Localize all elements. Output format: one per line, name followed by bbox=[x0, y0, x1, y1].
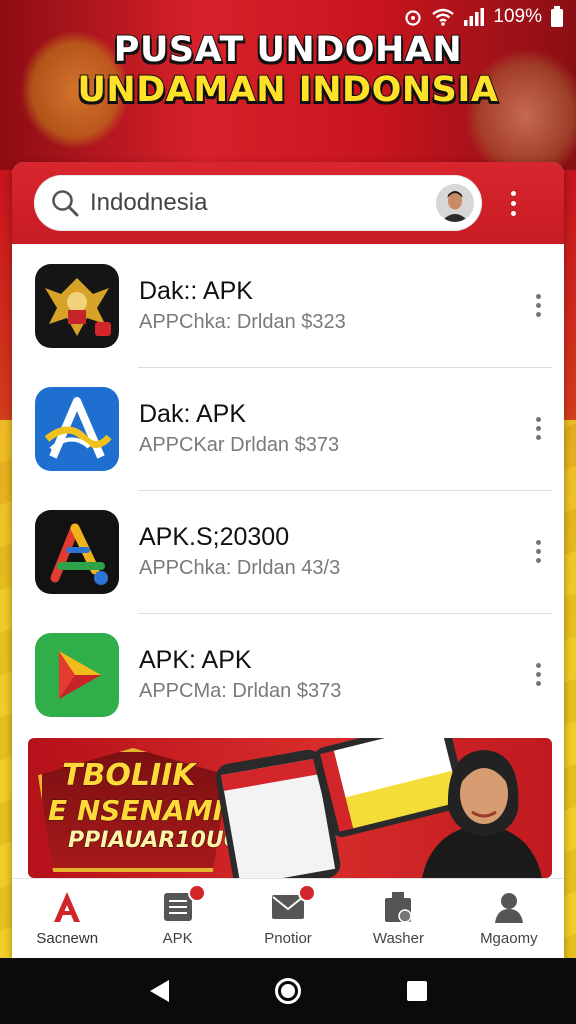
bottom-navigation: Sacnewn APK Pnotior Washer Mgaomy bbox=[12, 878, 564, 958]
notification-badge bbox=[187, 884, 206, 902]
search-icon[interactable] bbox=[50, 188, 80, 218]
play-triangle-icon bbox=[35, 632, 119, 717]
promo-line3: PPIAUAR10UOI bbox=[68, 828, 252, 854]
blue-a-logo-icon bbox=[35, 386, 119, 471]
app-name: Dak:: APK bbox=[139, 276, 253, 305]
app-list: Dak:: APK APPChka: Drldan $323 Dak: APK … bbox=[12, 244, 564, 736]
nav-item-sacnewn[interactable]: Sacnewn bbox=[12, 879, 122, 958]
back-icon[interactable] bbox=[147, 978, 171, 1004]
app-subtitle: APPCKar Drldan $373 bbox=[139, 433, 340, 456]
nav-label: Washer bbox=[372, 930, 424, 947]
apk-grid-icon bbox=[160, 884, 206, 924]
app-name: Dak: APK bbox=[139, 399, 246, 428]
more-vert-icon[interactable] bbox=[518, 540, 558, 563]
more-options-icon[interactable] bbox=[508, 190, 518, 216]
search-bar[interactable] bbox=[34, 175, 482, 231]
battery-icon bbox=[551, 6, 563, 27]
profile-icon bbox=[491, 890, 527, 924]
list-item[interactable]: APK.S;20300 APPChka: Drldan 43/3 bbox=[12, 490, 564, 613]
banner-title: PUSAT UNDOHAN UNDAMAN INDONSIA bbox=[0, 29, 576, 111]
app-subtitle: APPChka: Drldan $323 bbox=[139, 310, 346, 333]
app-subtitle: APPCMa: Drldan $373 bbox=[139, 679, 342, 702]
app-name: APK: APK bbox=[139, 645, 252, 674]
nav-label: Pnotior bbox=[264, 930, 312, 947]
a-logo-icon bbox=[49, 890, 85, 924]
home-icon[interactable] bbox=[273, 976, 303, 1006]
app-name: APK.S;20300 bbox=[139, 522, 290, 551]
promo-banner[interactable]: TBOLIIK E NSENAMIO PPIAUAR10UOI bbox=[28, 738, 552, 878]
package-icon bbox=[380, 890, 416, 924]
alarm-icon bbox=[405, 10, 421, 26]
search-header bbox=[12, 162, 564, 244]
recents-icon[interactable] bbox=[405, 979, 429, 1003]
more-vert-icon[interactable] bbox=[518, 417, 558, 440]
mail-icon bbox=[270, 884, 317, 924]
list-item[interactable]: Dak: APK APPCKar Drldan $373 bbox=[12, 367, 564, 490]
nav-item-mgaomy[interactable]: Mgaomy bbox=[454, 879, 564, 958]
more-vert-icon[interactable] bbox=[518, 294, 558, 317]
nav-item-washer[interactable]: Washer bbox=[343, 879, 453, 958]
list-item[interactable]: APK: APK APPCMa: Drldan $373 bbox=[12, 613, 564, 736]
notification-badge bbox=[298, 884, 317, 902]
search-input[interactable] bbox=[90, 189, 436, 217]
banner-title-line1: PUSAT UNDOHAN bbox=[113, 29, 463, 71]
garuda-icon bbox=[35, 263, 119, 348]
nav-item-apk[interactable]: APK bbox=[122, 879, 232, 958]
rainbow-a-logo-icon bbox=[35, 509, 119, 594]
nav-label: Sacnewn bbox=[36, 930, 99, 947]
nav-label: Mgaomy bbox=[480, 930, 538, 947]
avatar[interactable] bbox=[436, 184, 474, 222]
more-vert-icon[interactable] bbox=[518, 663, 558, 686]
list-item[interactable]: Dak:: APK APPChka: Drldan $323 bbox=[12, 244, 564, 367]
promo-line1: TBOLIIK bbox=[62, 758, 197, 794]
status-bar: 109% bbox=[0, 0, 576, 34]
system-navigation-bar bbox=[0, 958, 576, 1024]
promo-line2: E NSENAMIO bbox=[48, 794, 248, 828]
banner-title-line2: UNDAMAN INDONSIA bbox=[77, 69, 499, 111]
nav-label: APK bbox=[162, 930, 193, 947]
app-store-card: Dak:: APK APPChka: Drldan $323 Dak: APK … bbox=[12, 162, 564, 958]
woman-illustration bbox=[412, 738, 552, 878]
app-subtitle: APPChka: Drldan 43/3 bbox=[139, 556, 341, 579]
nav-item-pnotior[interactable]: Pnotior bbox=[233, 879, 343, 958]
wifi-icon bbox=[432, 8, 455, 26]
battery-percent: 109% bbox=[493, 6, 542, 27]
signal-icon bbox=[464, 8, 485, 26]
